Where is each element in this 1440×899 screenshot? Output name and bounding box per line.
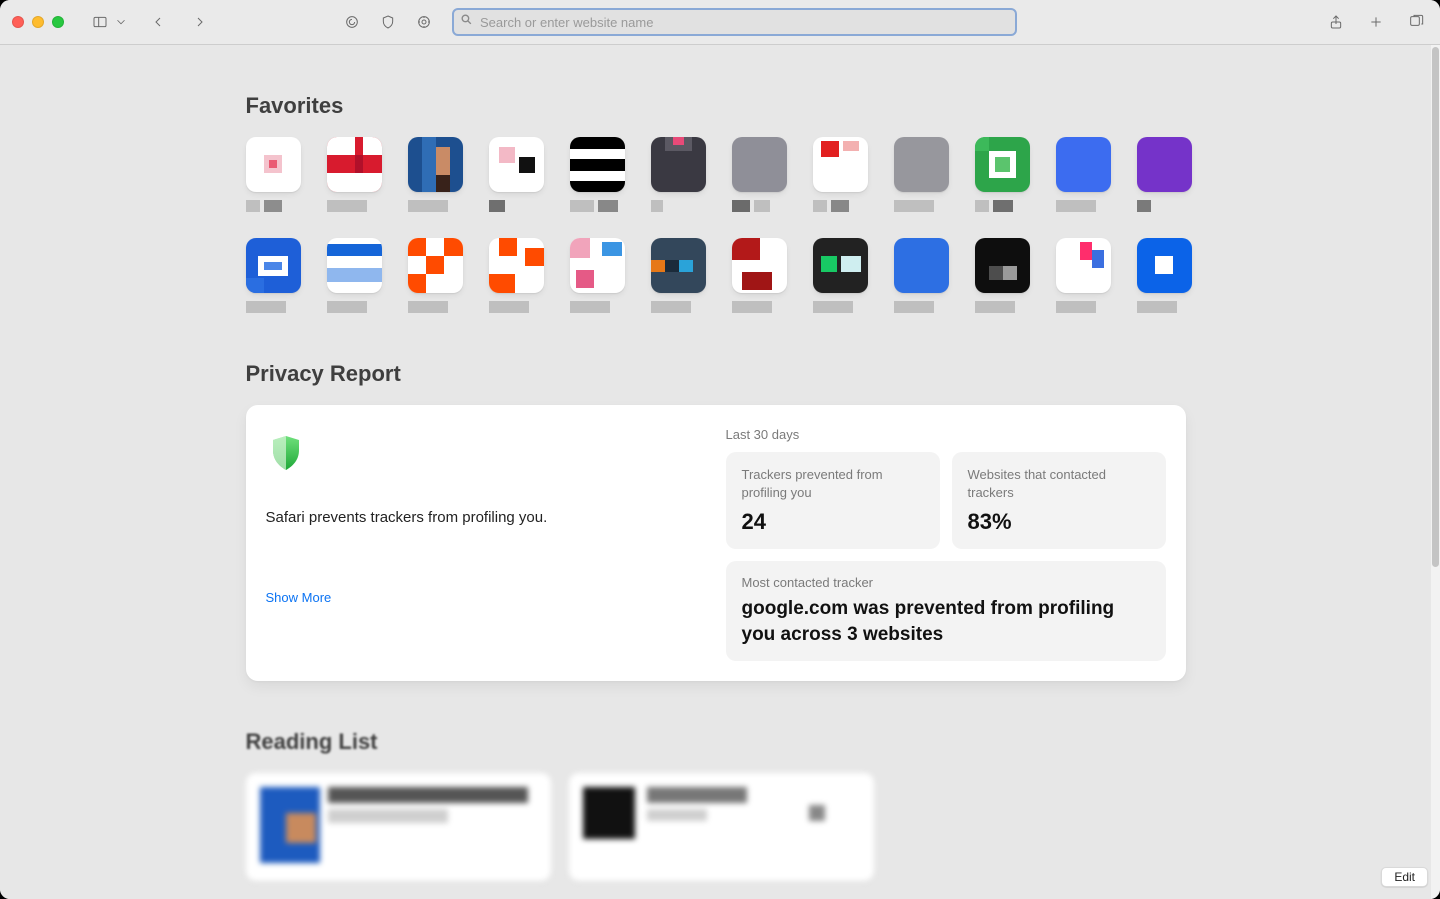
grammarly-extension-icon[interactable]: [340, 10, 364, 34]
favorite-item[interactable]: [246, 137, 301, 212]
favorite-item[interactable]: [975, 137, 1030, 212]
favorite-item[interactable]: [408, 137, 463, 212]
favorite-item[interactable]: [1137, 238, 1192, 313]
favorite-item[interactable]: [894, 238, 949, 313]
last-30-days-label: Last 30 days: [726, 427, 1166, 442]
start-page-content: Favorites: [0, 45, 1431, 899]
favorite-item[interactable]: [651, 238, 706, 313]
tab-overview-button[interactable]: [1404, 10, 1428, 34]
reading-list-item[interactable]: [246, 773, 551, 881]
search-icon: [460, 13, 473, 31]
websites-contacted-stat[interactable]: Websites that contacted trackers 83%: [952, 452, 1166, 549]
sidebar-dropdown-button[interactable]: [114, 10, 128, 34]
favorite-item[interactable]: [651, 137, 706, 212]
browser-window: Favorites: [0, 0, 1440, 899]
favorite-item[interactable]: [489, 137, 544, 212]
favorite-item[interactable]: [570, 238, 625, 313]
favorite-item[interactable]: [894, 137, 949, 212]
fullscreen-window-button[interactable]: [52, 16, 64, 28]
favorite-item[interactable]: [408, 238, 463, 313]
stat-value: 24: [742, 509, 924, 535]
favorite-item[interactable]: [327, 137, 382, 212]
trackers-prevented-stat[interactable]: Trackers prevented from profiling you 24: [726, 452, 940, 549]
favorite-item[interactable]: [489, 238, 544, 313]
reading-list-row: [246, 773, 1186, 881]
forward-button[interactable]: [188, 10, 212, 34]
website-settings-icon[interactable]: [412, 10, 436, 34]
stat-label: Websites that contacted trackers: [968, 466, 1150, 501]
most-contacted-label: Most contacted tracker: [742, 575, 1150, 590]
url-input[interactable]: [452, 8, 1017, 36]
favorite-item[interactable]: [1056, 238, 1111, 313]
shield-icon: [266, 433, 306, 473]
vertical-scrollbar[interactable]: [1431, 45, 1440, 899]
privacy-shield-icon[interactable]: [376, 10, 400, 34]
sidebar-toggle-button[interactable]: [88, 10, 112, 34]
favorite-item[interactable]: [813, 238, 868, 313]
favorite-item[interactable]: [732, 137, 787, 212]
minimize-window-button[interactable]: [32, 16, 44, 28]
privacy-summary: Safari prevents trackers from profiling …: [266, 427, 706, 661]
show-more-link[interactable]: Show More: [266, 590, 706, 605]
toolbar: [0, 0, 1440, 45]
privacy-report-card: Safari prevents trackers from profiling …: [246, 405, 1186, 681]
share-button[interactable]: [1324, 10, 1348, 34]
most-contacted-text: google.com was prevented from profiling …: [742, 596, 1150, 647]
favorite-item[interactable]: [246, 238, 301, 313]
url-bar-container: [452, 8, 1017, 36]
reading-list-heading: Reading List: [246, 729, 1186, 755]
favorite-item[interactable]: [732, 238, 787, 313]
favorite-item[interactable]: [813, 137, 868, 212]
scrollbar-thumb[interactable]: [1432, 47, 1439, 567]
favorites-heading: Favorites: [246, 93, 1186, 119]
most-contacted-tracker[interactable]: Most contacted tracker google.com was pr…: [726, 561, 1166, 661]
new-tab-button[interactable]: [1364, 10, 1388, 34]
reading-list-item[interactable]: [569, 773, 874, 881]
favorite-item[interactable]: [570, 137, 625, 212]
stat-value: 83%: [968, 509, 1150, 535]
favorite-item[interactable]: [327, 238, 382, 313]
close-window-button[interactable]: [12, 16, 24, 28]
favorite-item[interactable]: [1137, 137, 1192, 212]
back-button[interactable]: [146, 10, 170, 34]
window-controls: [12, 16, 64, 28]
favorite-item[interactable]: [1056, 137, 1111, 212]
favorite-item[interactable]: [975, 238, 1030, 313]
privacy-summary-text: Safari prevents trackers from profiling …: [266, 509, 706, 526]
stat-label: Trackers prevented from profiling you: [742, 466, 924, 501]
favorites-grid: [246, 137, 1186, 313]
edit-button[interactable]: Edit: [1381, 867, 1428, 887]
privacy-report-heading: Privacy Report: [246, 361, 1186, 387]
